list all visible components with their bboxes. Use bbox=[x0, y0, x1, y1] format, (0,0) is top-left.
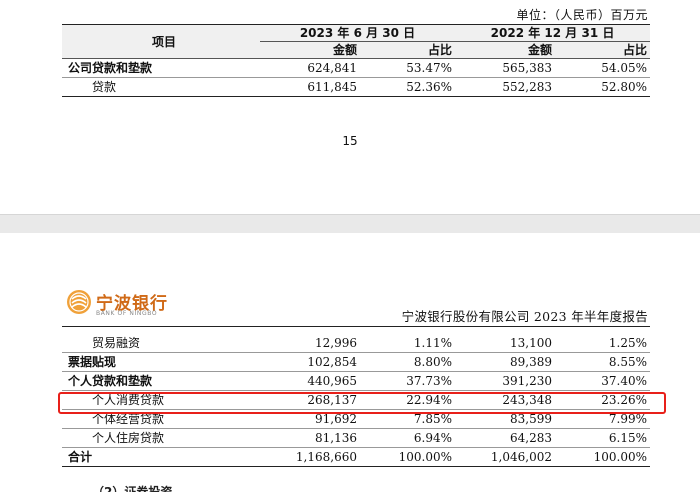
row-label: 个人住房贷款 bbox=[62, 428, 260, 448]
unit-label: 单位：（人民币）百万元 bbox=[516, 8, 648, 22]
table-row: 个人住房贷款 81,136 6.94% 64,283 6.15% bbox=[62, 428, 650, 448]
ratio-cell: 1.11% bbox=[360, 334, 455, 353]
amount-cell: 64,283 bbox=[455, 428, 555, 448]
amount-header: 金额 bbox=[260, 41, 360, 59]
amount-cell: 1,046,002 bbox=[490, 450, 552, 464]
ratio-cell: 54.05% bbox=[555, 58, 650, 78]
highlight-annotation bbox=[58, 392, 666, 414]
ratio-cell: 100.00% bbox=[398, 450, 452, 464]
table-row: 票据贴现 102,854 8.80% 89,389 8.55% bbox=[62, 352, 650, 372]
amount-cell: 440,965 bbox=[260, 371, 360, 391]
row-label: 公司贷款和垫款 bbox=[62, 58, 260, 78]
row-label: 合计 bbox=[68, 450, 93, 464]
amount-cell: 12,996 bbox=[260, 334, 360, 353]
amount-cell: 552,283 bbox=[502, 80, 552, 94]
table-row: 贷款 611,845 52.36% 552,283 52.80% bbox=[62, 78, 650, 97]
page-number: 15 bbox=[342, 134, 358, 148]
header-rule bbox=[62, 326, 650, 327]
table-header-row: 项目 2023 年 6 月 30 日 2022 年 12 月 31 日 bbox=[62, 24, 650, 59]
amount-cell: 611,845 bbox=[307, 80, 357, 94]
bank-logo-icon bbox=[67, 290, 91, 314]
ratio-header: 占比 bbox=[555, 41, 650, 59]
ratio-cell: 100.00% bbox=[593, 450, 647, 464]
ratio-cell: 53.47% bbox=[360, 58, 455, 78]
ratio-cell: 1.25% bbox=[555, 334, 650, 353]
ratio-cell: 6.94% bbox=[360, 428, 455, 448]
row-label: 贷款 bbox=[92, 80, 117, 94]
report-title: 宁波银行股份有限公司 2023 年半年度报告 bbox=[401, 309, 648, 324]
amount-cell: 391,230 bbox=[455, 371, 555, 391]
ratio-cell: 8.55% bbox=[555, 352, 650, 372]
document-page-bottom: 宁波银行 BANK OF NINGBO 宁波银行股份有限公司 2023 年半年度… bbox=[0, 233, 700, 492]
amount-cell: 102,854 bbox=[260, 352, 360, 372]
period-header-2022: 2022 年 12 月 31 日 bbox=[455, 24, 650, 42]
ratio-cell: 52.80% bbox=[601, 80, 647, 94]
ratio-cell: 37.40% bbox=[555, 371, 650, 391]
amount-cell: 81,136 bbox=[260, 428, 360, 448]
loan-table-top: 项目 2023 年 6 月 30 日 2022 年 12 月 31 日 金额 占… bbox=[62, 24, 650, 97]
ratio-header: 占比 bbox=[360, 41, 455, 59]
amount-header: 金额 bbox=[455, 41, 555, 59]
ratio-cell: 6.15% bbox=[555, 428, 650, 448]
item-column-header: 项目 bbox=[62, 24, 260, 59]
amount-cell: 624,841 bbox=[260, 58, 360, 78]
table-row: 个人贷款和垫款 440,965 37.73% 391,230 37.40% bbox=[62, 371, 650, 391]
amount-cell: 13,100 bbox=[455, 334, 555, 353]
document-page-top: 单位：（人民币）百万元 项目 2023 年 6 月 30 日 2022 年 12… bbox=[0, 0, 700, 214]
section-heading-partial: （2）证券投资 bbox=[92, 485, 173, 492]
row-label: 个人贷款和垫款 bbox=[62, 371, 260, 391]
amount-cell: 1,168,660 bbox=[295, 450, 357, 464]
amount-cell: 565,383 bbox=[455, 58, 555, 78]
row-label: 贸易融资 bbox=[62, 334, 260, 353]
table-row-total: 合计 1,168,660 100.00% 1,046,002 100.00% bbox=[62, 448, 650, 467]
logo-name-en: BANK OF NINGBO bbox=[96, 310, 158, 317]
period-header-2023: 2023 年 6 月 30 日 bbox=[260, 24, 455, 42]
ratio-cell: 52.36% bbox=[406, 80, 452, 94]
ratio-cell: 8.80% bbox=[360, 352, 455, 372]
amount-cell: 89,389 bbox=[455, 352, 555, 372]
table-row: 贸易融资 12,996 1.11% 13,100 1.25% bbox=[62, 334, 650, 353]
bank-logo: 宁波银行 BANK OF NINGBO bbox=[66, 289, 186, 319]
table-row: 公司贷款和垫款 624,841 53.47% 565,383 54.05% bbox=[62, 58, 650, 78]
row-label: 票据贴现 bbox=[62, 352, 260, 372]
page-separator bbox=[0, 214, 700, 234]
ratio-cell: 37.73% bbox=[360, 371, 455, 391]
